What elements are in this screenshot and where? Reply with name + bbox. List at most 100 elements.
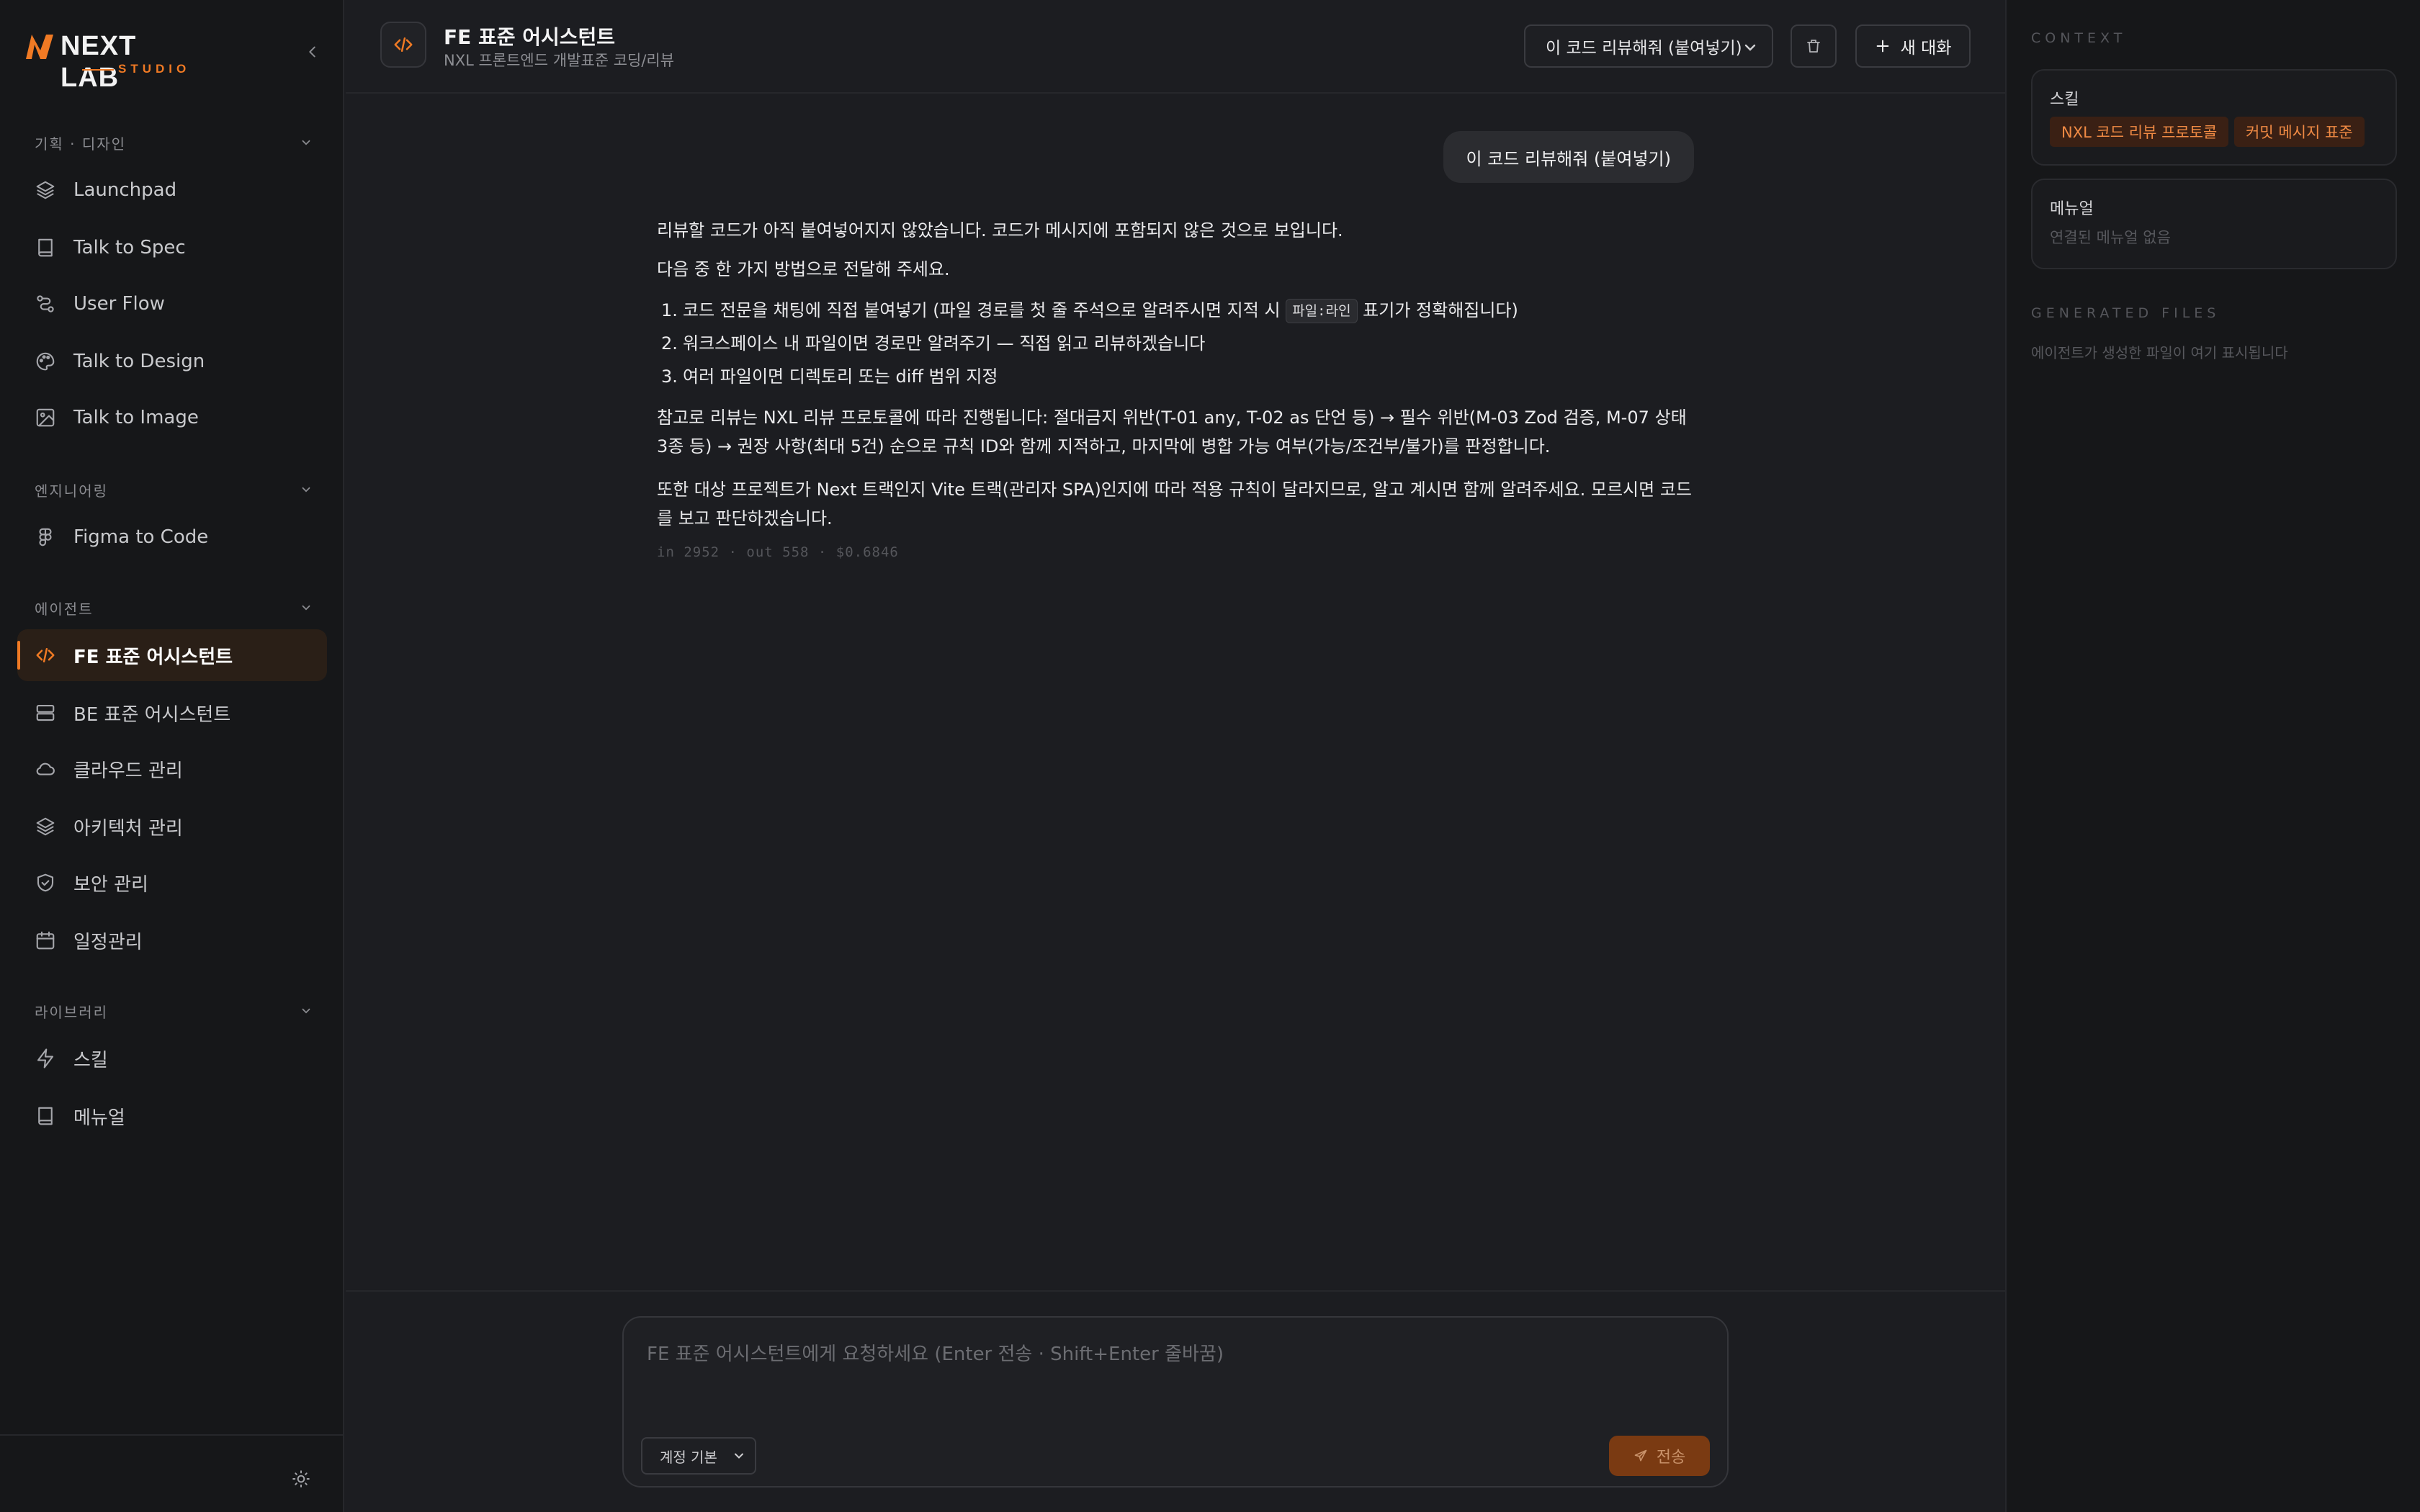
context-panel: CONTEXT 스킬 NXL 코드 리뷰 프로토콜 커밋 메시지 표준 메뉴얼 … — [2005, 0, 2420, 1512]
sidebar-item-label: FE 표준 어시스턴트 — [73, 646, 233, 668]
model-select-value: 계정 기본 — [660, 1448, 717, 1466]
skills-card: 스킬 NXL 코드 리뷰 프로토콜 커밋 메시지 표준 — [2031, 69, 2397, 166]
book-icon — [35, 237, 56, 258]
sidebar-item-label: BE 표준 어시스턴트 — [73, 703, 231, 726]
sidebar-item-label: Talk to Spec — [73, 237, 186, 258]
server-icon — [35, 702, 56, 724]
chat-messages[interactable]: 이 코드 리뷰해줘 (붙여넣기) 리뷰할 코드가 아직 붙여넣어지지 않았습니다… — [346, 95, 2005, 1290]
list-item: 3. 여러 파일이면 디렉토리 또는 diff 범위 지정 — [661, 366, 998, 387]
layers-icon — [35, 816, 56, 837]
chevron-down-icon — [302, 140, 310, 145]
assistant-paragraph: 또한 대상 프로젝트가 Next 트랙인지 Vite 트랙(관리자 SPA)인지… — [657, 480, 1692, 528]
image-icon — [35, 407, 56, 428]
section-title: 기획 · 디자인 — [35, 135, 127, 153]
brand-underline — [82, 69, 114, 71]
chevron-left-icon — [309, 46, 315, 58]
sidebar-item-figma-to-code[interactable]: Figma to Code — [17, 511, 327, 563]
sidebar-item-skills[interactable]: 스킬 — [17, 1032, 327, 1084]
message-composer[interactable]: FE 표준 어시스턴트에게 요청하세요 (Enter 전송 · Shift+En… — [622, 1316, 1729, 1488]
skills-title: 스킬 — [2050, 91, 2079, 109]
section-title: 라이브러리 — [35, 1003, 108, 1021]
section-header-engineering[interactable]: 엔지니어링 — [35, 475, 313, 504]
sidebar-item-label: 일정관리 — [73, 931, 143, 953]
send-button[interactable]: 전송 — [1609, 1436, 1710, 1476]
bolt-icon — [35, 1048, 56, 1069]
send-label: 전송 — [1656, 1449, 1686, 1467]
cloud-icon — [35, 758, 56, 780]
sidebar-item-launchpad[interactable]: Launchpad — [17, 164, 327, 216]
skill-tag[interactable]: NXL 코드 리뷰 프로토콜 — [2050, 117, 2229, 147]
sidebar-item-schedule[interactable]: 일정관리 — [17, 914, 327, 966]
collapse-sidebar-button[interactable] — [298, 37, 327, 66]
sidebar-item-talk-to-image[interactable]: Talk to Image — [17, 392, 327, 444]
user-message: 이 코드 리뷰해줘 (붙여넣기) — [1443, 131, 1694, 183]
brand-sub: STUDIO — [118, 62, 191, 76]
brand-logo[interactable]: NEXT LAB STUDIO — [24, 29, 191, 93]
sidebar-item-security[interactable]: 보안 관리 — [17, 857, 327, 909]
sidebar-item-label: 아키텍처 관리 — [73, 817, 183, 840]
sidebar-item-user-flow[interactable]: User Flow — [17, 278, 327, 330]
sidebar-item-label: 클라우드 관리 — [73, 760, 183, 782]
sidebar-item-cloud[interactable]: 클라우드 관리 — [17, 743, 327, 795]
logo-mark-icon — [26, 35, 53, 59]
send-icon — [1634, 1449, 1647, 1462]
assistant-list: 1. 코드 전문을 채팅에 직접 붙여넣기 (파일 경로를 첫 줄 주석으로 알려… — [657, 294, 1518, 393]
figma-icon — [35, 526, 56, 548]
plus-icon — [1876, 40, 1888, 53]
book-icon — [35, 1105, 56, 1127]
sun-icon — [292, 1470, 310, 1488]
sidebar-item-label: Talk to Design — [73, 351, 205, 372]
token-usage: in 2952 · out 558 · $0.6846 — [657, 544, 899, 560]
composer-area: FE 표준 어시스턴트에게 요청하세요 (Enter 전송 · Shift+En… — [346, 1290, 2005, 1512]
sidebar-item-label: User Flow — [73, 293, 165, 315]
sidebar-footer — [0, 1434, 344, 1512]
context-heading: CONTEXT — [2031, 30, 2127, 46]
sidebar-item-talk-to-design[interactable]: Talk to Design — [17, 336, 327, 387]
delete-chat-button[interactable] — [1791, 24, 1837, 68]
chevron-down-icon — [735, 1453, 743, 1459]
calendar-icon — [35, 930, 56, 951]
list-item: 2. 워크스페이스 내 파일이면 경로만 알려주기 — 직접 읽고 리뷰하겠습니다 — [661, 333, 1206, 354]
manual-card: 메뉴얼 연결된 메뉴얼 없음 — [2031, 179, 2397, 269]
prompt-preset-select[interactable]: 이 코드 리뷰해줘 (붙여넣기) — [1524, 24, 1773, 68]
sidebar-item-fe-assistant[interactable]: FE 표준 어시스턴트 — [17, 629, 327, 681]
code-icon — [35, 644, 56, 666]
manual-empty-text: 연결된 메뉴얼 없음 — [2050, 229, 2171, 246]
assistant-paragraph: 리뷰할 코드가 아직 붙여넣어지지 않았습니다. 코드가 메시지에 포함되지 않… — [657, 220, 1343, 240]
section-header-planning[interactable]: 기획 · 디자인 — [35, 128, 313, 157]
chat-header: FE 표준 어시스턴트 NXL 프론트엔드 개발표준 코딩/리뷰 이 코드 리뷰… — [346, 0, 2005, 94]
chevron-down-icon — [302, 605, 310, 611]
sidebar-item-label: 보안 관리 — [73, 873, 148, 896]
sidebar-item-architecture[interactable]: 아키텍처 관리 — [17, 801, 327, 852]
section-header-library[interactable]: 라이브러리 — [35, 996, 313, 1025]
sidebar-item-label: Launchpad — [73, 179, 177, 201]
user-message-text: 이 코드 리뷰해줘 (붙여넣기) — [1466, 148, 1672, 169]
sidebar-item-label: Talk to Image — [73, 407, 199, 428]
sidebar-item-talk-to-spec[interactable]: Talk to Spec — [17, 222, 327, 274]
assistant-paragraph: 참고로 리뷰는 NXL 리뷰 프로토콜에 따라 진행됩니다: 절대금지 위반(T… — [657, 408, 1687, 456]
prompt-preset-value: 이 코드 리뷰해줘 (붙여넣기) — [1546, 39, 1742, 58]
layers-icon — [35, 179, 56, 201]
sidebar-item-label: 스킬 — [73, 1049, 108, 1071]
model-select[interactable]: 계정 기본 — [641, 1437, 756, 1475]
flow-icon — [35, 293, 56, 315]
generated-files-empty-text: 에이전트가 생성한 파일이 여기 표시됩니다 — [2031, 344, 2288, 361]
agent-avatar — [380, 22, 426, 68]
section-title: 엔지니어링 — [35, 482, 108, 500]
shield-icon — [35, 872, 56, 894]
assistant-paragraph: 다음 중 한 가지 방법으로 전달해 주세요. — [657, 259, 950, 279]
new-chat-button[interactable]: 새 대화 — [1855, 24, 1971, 68]
new-chat-label: 새 대화 — [1900, 39, 1952, 58]
page-title: FE 표준 어시스턴트 — [444, 25, 616, 49]
message-input[interactable]: FE 표준 어시스턴트에게 요청하세요 (Enter 전송 · Shift+En… — [647, 1339, 1224, 1366]
sidebar-item-manual[interactable]: 메뉴얼 — [17, 1090, 327, 1142]
sidebar: NEXT LAB STUDIO 기획 · 디자인 Launchpad Talk … — [0, 0, 344, 1512]
section-header-agents[interactable]: 에이전트 — [35, 593, 313, 622]
sidebar-item-be-assistant[interactable]: BE 표준 어시스턴트 — [17, 687, 327, 739]
sidebar-item-label: 메뉴얼 — [73, 1107, 125, 1129]
list-item: 1. 코드 전문을 채팅에 직접 붙여넣기 (파일 경로를 첫 줄 주석으로 알려… — [657, 294, 1518, 327]
inline-code: 파일:라인 — [1286, 299, 1358, 323]
page-subtitle: NXL 프론트엔드 개발표준 코딩/리뷰 — [444, 52, 675, 69]
skill-tag[interactable]: 커밋 메시지 표준 — [2234, 117, 2365, 147]
theme-toggle-button[interactable] — [287, 1464, 315, 1493]
